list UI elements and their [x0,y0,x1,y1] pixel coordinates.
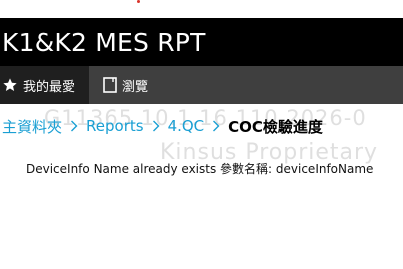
breadcrumb: 主資料夾 Reports 4.QC COC檢驗進度 [2,114,323,138]
chevron-right-icon [152,120,160,132]
report-portal-page: K1&K2 MES RPT 我的最愛 瀏覽 G11365 10.1.16.110… [0,0,403,269]
breadcrumb-reports-link[interactable]: Reports [86,117,144,135]
nav-browse[interactable]: 瀏覽 [89,66,158,104]
breadcrumb-home-link[interactable]: 主資料夾 [2,116,62,137]
loading-dot [137,0,140,3]
error-message: DeviceInfo Name already exists 參數名稱: dev… [26,162,374,176]
nav-favorites-label: 我的最愛 [23,79,76,95]
breadcrumb-current-page: COC檢驗進度 [228,117,323,136]
title-bar: K1&K2 MES RPT [0,18,403,66]
breadcrumb-qc-link[interactable]: 4.QC [168,117,205,135]
chevron-right-icon [70,120,78,132]
nav-bar: 我的最愛 瀏覽 [0,66,403,104]
nav-favorites[interactable]: 我的最愛 [0,66,90,104]
chevron-right-icon [212,120,220,132]
document-icon [103,77,117,93]
app-title: K1&K2 MES RPT [2,27,206,57]
nav-browse-label: 瀏覽 [122,79,149,95]
star-icon [2,77,18,93]
